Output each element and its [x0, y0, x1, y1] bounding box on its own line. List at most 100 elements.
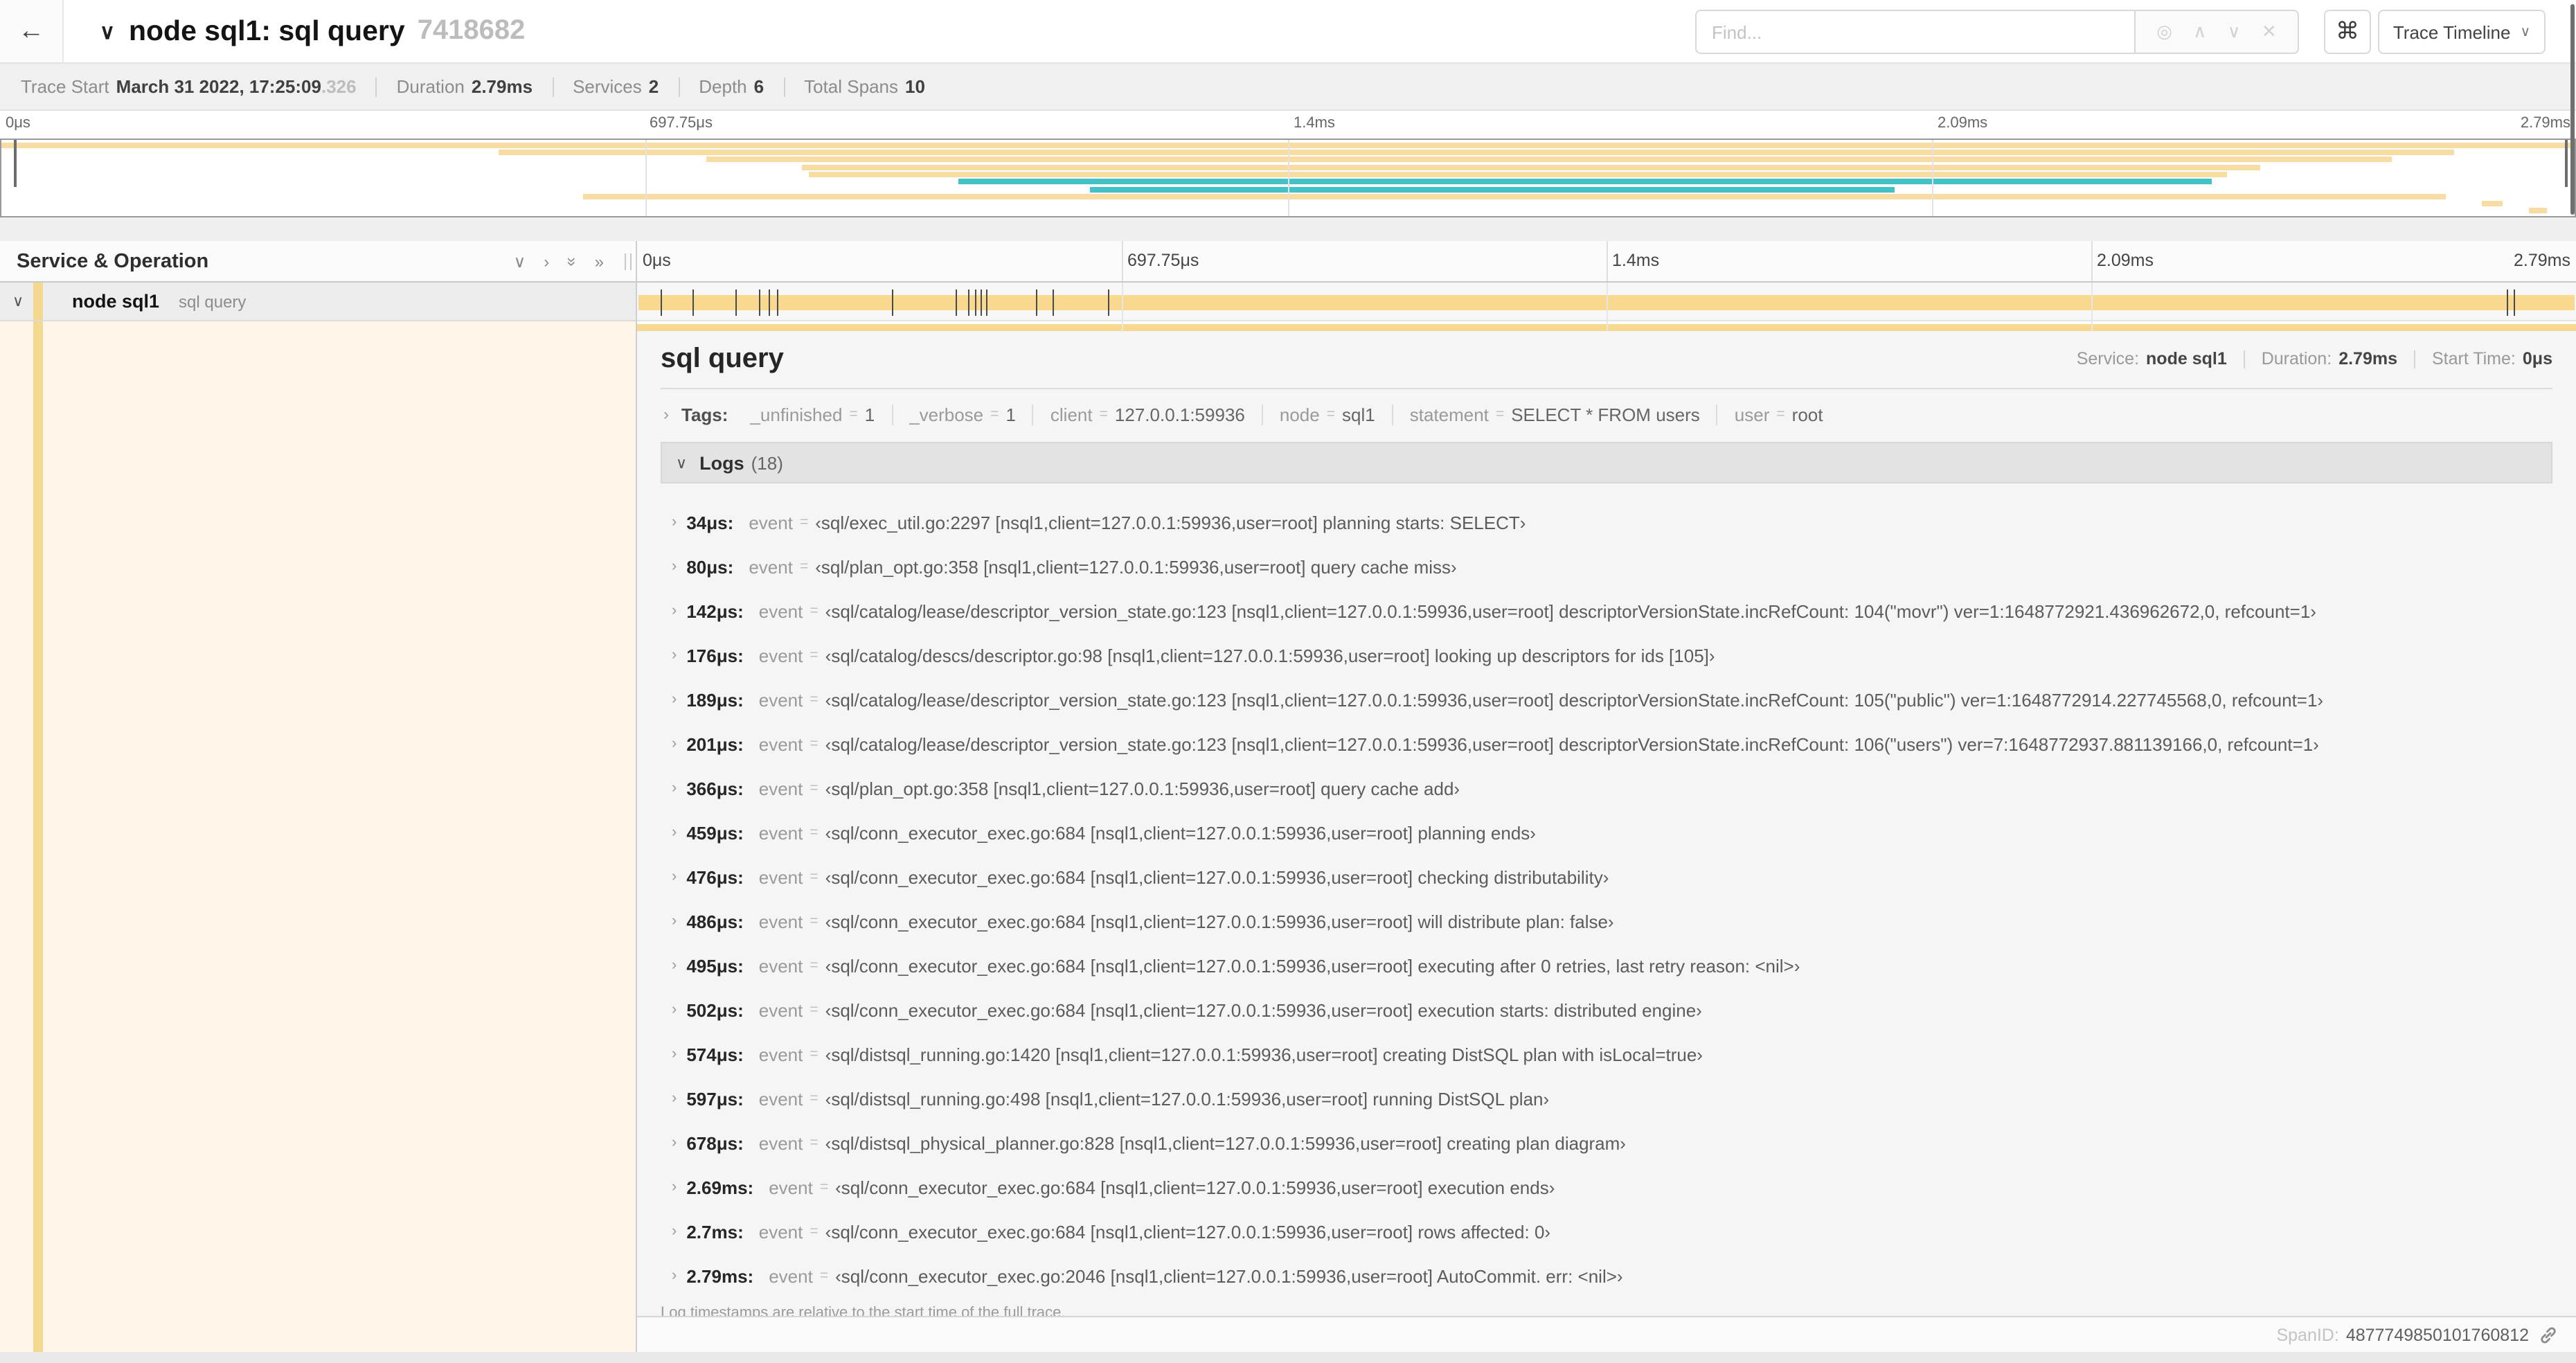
- timeline-gridline: [1288, 140, 1289, 216]
- timeline-tick-label: 1.4ms: [1294, 115, 1335, 132]
- logs-footnote: Log timestamps are relative to the start…: [661, 1305, 1066, 1317]
- equals-sign: =: [810, 824, 819, 841]
- clear-search-icon[interactable]: ✕: [2262, 21, 2277, 43]
- timeline-tick-label: 2.09ms: [2097, 251, 2154, 270]
- equals-sign: =: [810, 736, 819, 752]
- log-entry-row[interactable]: › 486μs: event = ‹sql/conn_executor_exec.go:…: [661, 899, 2552, 943]
- keyboard-shortcuts-button[interactable]: ⌘: [2324, 10, 2371, 54]
- log-entry-row[interactable]: › 80μs: event = ‹sql/plan_opt.go:358 [nsql1,…: [661, 544, 2552, 589]
- log-tick-marker: [759, 289, 761, 315]
- tags-accordion[interactable]: › Tags: _unfinished = 1 _verbose = 1 client = 12…: [661, 389, 2552, 439]
- span-collapse-chevron-icon[interactable]: ∨: [12, 292, 24, 310]
- expand-one-icon[interactable]: ›: [544, 253, 549, 269]
- log-expand-icon: ›: [672, 1267, 677, 1284]
- log-field-key: event: [749, 512, 793, 533]
- tag-item: _verbose = 1: [891, 404, 1032, 425]
- log-tick-marker: [985, 289, 987, 315]
- log-entry-row[interactable]: › 574μs: event = ‹sql/distsql_running.go:142…: [661, 1032, 2552, 1076]
- trace-title-chevron-icon[interactable]: ∨: [100, 19, 115, 44]
- overview-value: 2.79ms: [2338, 349, 2397, 368]
- equals-sign: =: [810, 603, 819, 619]
- deep-link-icon[interactable]: [2539, 1325, 2558, 1344]
- minimap-left-scrubber[interactable]: [14, 140, 17, 187]
- log-expand-icon: ›: [672, 736, 677, 752]
- log-tick-marker: [891, 289, 893, 315]
- collapse-all-icon[interactable]: »: [562, 256, 582, 265]
- timeline-tick-label: 0μs: [643, 251, 671, 270]
- log-field-value: ‹sql/distsql_physical_planner.go:828 [ns…: [825, 1132, 1626, 1153]
- log-tick-marker: [974, 289, 976, 315]
- log-expand-icon: ›: [672, 1001, 677, 1018]
- log-field-value: ‹sql/conn_executor_exec.go:684 [nsql1,cl…: [825, 999, 1702, 1020]
- log-field-value: ‹sql/conn_executor_exec.go:2046 [nsql1,c…: [835, 1265, 1623, 1286]
- trace-summary-value: 2.79ms: [471, 76, 533, 97]
- tag-key: statement: [1409, 404, 1489, 425]
- log-tick-marker: [1052, 289, 1054, 315]
- log-entry-row[interactable]: › 495μs: event = ‹sql/conn_executor_exec.go:…: [661, 943, 2552, 988]
- log-entry-row[interactable]: › 142μs: event = ‹sql/catalog/lease/descript…: [661, 589, 2552, 633]
- tag-value: 1: [1005, 404, 1016, 425]
- log-tick-marker: [1108, 289, 1110, 315]
- minimap-right-scrubber[interactable]: [2565, 140, 2568, 187]
- tag-key: _unfinished: [750, 404, 843, 425]
- expand-all-icon[interactable]: »: [595, 253, 604, 269]
- prev-result-icon[interactable]: ∧: [2193, 21, 2206, 43]
- trace-summary-value: 10: [905, 76, 925, 97]
- span-row-name-cell[interactable]: ∨ node sql1 sql query: [0, 283, 637, 321]
- equals-sign: =: [799, 514, 809, 531]
- log-field-value: ‹sql/distsql_running.go:1420 [nsql1,clie…: [825, 1044, 1703, 1064]
- vertical-scrollbar-thumb[interactable]: [2570, 4, 2575, 215]
- timeline-gridline: [2091, 283, 2093, 320]
- log-entry-row[interactable]: › 2.7ms: event = ‹sql/conn_executor_exec.go:…: [661, 1209, 2552, 1254]
- log-timestamp: 495μs:: [686, 955, 744, 976]
- log-entry-row[interactable]: › 2.69ms: event = ‹sql/conn_executor_exec.go…: [661, 1165, 2552, 1209]
- find-group: ◎ ∧ ∨ ✕: [1695, 10, 2299, 54]
- jaeger-trace-page: ← ∨ node sql1: sql query 7418682 ◎ ∧ ∨ ✕…: [0, 0, 2576, 1363]
- span-detail-title: sql query: [661, 344, 784, 374]
- log-entry-row[interactable]: › 176μs: event = ‹sql/catalog/descs/descript…: [661, 633, 2552, 677]
- log-field-key: event: [758, 733, 803, 754]
- next-result-icon[interactable]: ∨: [2228, 21, 2241, 43]
- log-entry-row[interactable]: › 459μs: event = ‹sql/conn_executor_exec.go:…: [661, 810, 2552, 855]
- log-field-key: event: [758, 999, 803, 1020]
- log-entry-row[interactable]: › 476μs: event = ‹sql/conn_executor_exec.go:…: [661, 855, 2552, 899]
- log-field-key: event: [769, 1265, 813, 1286]
- equals-sign: =: [810, 1134, 819, 1151]
- logs-list: › 34μs: event = ‹sql/exec_util.go:2297 [nsql…: [661, 483, 2552, 1298]
- timeline-gridline: [2091, 241, 2093, 281]
- column-resize-grip[interactable]: [625, 253, 632, 270]
- log-field-value: ‹sql/catalog/lease/descriptor_version_st…: [825, 689, 2324, 710]
- log-tick-marker: [776, 289, 778, 315]
- collapse-one-icon[interactable]: ∨: [514, 253, 526, 269]
- log-tick-marker: [2506, 289, 2508, 315]
- log-entry-row[interactable]: › 678μs: event = ‹sql/distsql_physical_plann…: [661, 1121, 2552, 1165]
- log-entry-row[interactable]: › 366μs: event = ‹sql/plan_opt.go:358 [nsql1…: [661, 766, 2552, 810]
- back-button[interactable]: ←: [0, 0, 64, 62]
- log-entry-row[interactable]: › 502μs: event = ‹sql/conn_executor_exec.go:…: [661, 988, 2552, 1032]
- separator: [552, 77, 554, 96]
- minimap-canvas[interactable]: [0, 139, 2576, 217]
- log-entry-row[interactable]: › 34μs: event = ‹sql/exec_util.go:2297 [nsql…: [661, 500, 2552, 544]
- log-entry-row[interactable]: › 2.79ms: event = ‹sql/conn_executor_exec.go…: [661, 1254, 2552, 1298]
- trace-summary-label: Trace Start: [21, 76, 109, 97]
- log-entry-row[interactable]: › 597μs: event = ‹sql/distsql_running.go:498…: [661, 1076, 2552, 1121]
- span-id-value: 4877749850101760812: [2345, 1325, 2529, 1344]
- view-selector-button[interactable]: Trace Timeline ∨: [2378, 10, 2546, 54]
- equals-sign: =: [1495, 406, 1505, 422]
- log-field-value: ‹sql/conn_executor_exec.go:684 [nsql1,cl…: [825, 955, 1800, 976]
- timeline-gridline: [1122, 241, 1123, 281]
- trace-summary-label: Duration: [396, 76, 465, 97]
- span-row-timeline-cell[interactable]: [637, 283, 2576, 321]
- logs-accordion-header[interactable]: ∨ Logs (18): [661, 442, 2552, 483]
- find-input[interactable]: [1695, 10, 2136, 54]
- trace-summary-value: 6: [753, 76, 764, 97]
- log-timestamp: 597μs:: [686, 1088, 744, 1109]
- log-field-key: event: [758, 822, 803, 843]
- log-entry-row[interactable]: › 189μs: event = ‹sql/catalog/lease/descript…: [661, 677, 2552, 722]
- log-entry-row[interactable]: › 201μs: event = ‹sql/catalog/lease/descript…: [661, 722, 2552, 766]
- separator: [678, 77, 680, 96]
- equals-sign: =: [810, 780, 819, 796]
- bottom-strip: [0, 1352, 2576, 1363]
- timeline-tick-label: 2.79ms: [2514, 251, 2570, 270]
- locate-icon[interactable]: ◎: [2156, 21, 2172, 43]
